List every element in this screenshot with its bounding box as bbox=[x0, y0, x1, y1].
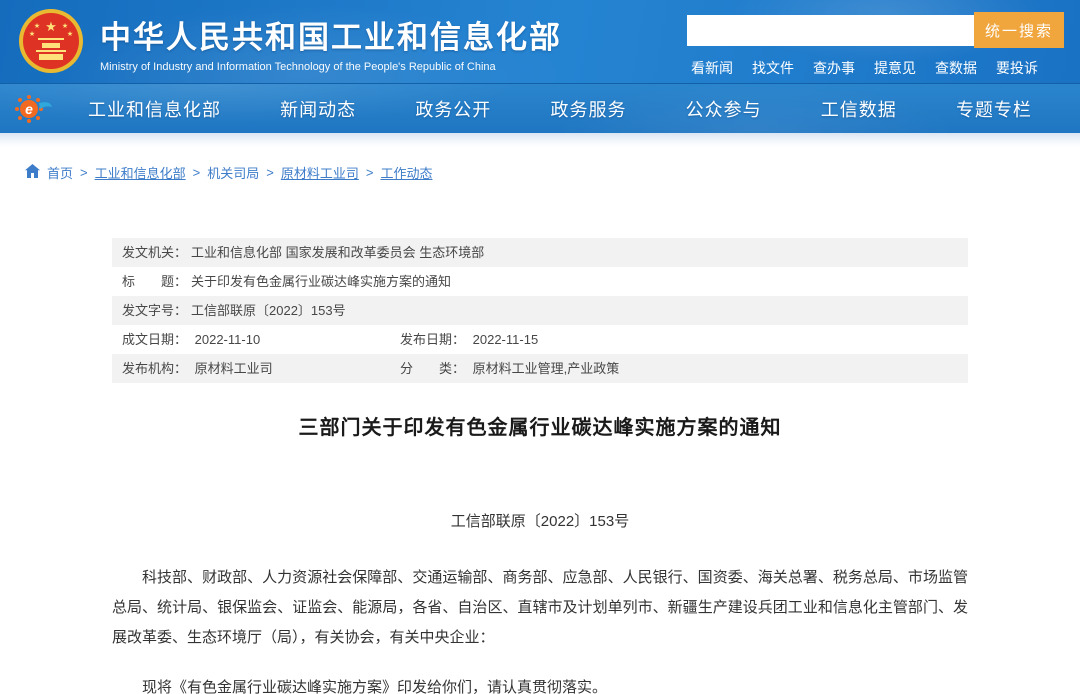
breadcrumb-miit[interactable]: 工业和信息化部 bbox=[95, 163, 186, 182]
meta-value: 原材料工业司 bbox=[195, 361, 273, 376]
breadcrumb-separator: > bbox=[193, 165, 201, 180]
meta-label: 分 类： bbox=[400, 361, 465, 376]
nav-item-special[interactable]: 专题专栏 bbox=[956, 96, 1032, 122]
meta-value: 2022-11-15 bbox=[473, 332, 539, 347]
meta-row-org-category: 发布机构： 原材料工业司 分 类： 原材料工业管理,产业政策 bbox=[112, 354, 968, 383]
article-doc-number: 工信部联原〔2022〕153号 bbox=[0, 510, 1080, 531]
nav-shadow-strip bbox=[0, 133, 1080, 147]
meta-row-issuing-authority: 发文机关： 工业和信息化部 国家发展和改革委员会 生态环境部 bbox=[112, 238, 968, 267]
article-title: 三部门关于印发有色金属行业碳达峰实施方案的通知 bbox=[112, 411, 968, 440]
svg-text:★: ★ bbox=[45, 19, 57, 34]
meta-label: 发布机构： bbox=[122, 361, 187, 376]
search-input[interactable] bbox=[687, 15, 974, 46]
meta-row-dates: 成文日期： 2022-11-10 发布日期： 2022-11-15 bbox=[112, 325, 968, 354]
nav-item-participation[interactable]: 公众参与 bbox=[686, 96, 762, 122]
breadcrumb-home[interactable]: 首页 bbox=[47, 163, 73, 182]
site-title: 中华人民共和国工业和信息化部 bbox=[100, 12, 562, 57]
breadcrumb: 首页 > 工业和信息化部 > 机关司局 > 原材料工业司 > 工作动态 bbox=[25, 163, 1080, 182]
meta-label: 标 题： bbox=[122, 267, 187, 296]
meta-row-title: 标 题： 关于印发有色金属行业碳达峰实施方案的通知 bbox=[112, 267, 968, 296]
nav-item-gov-service[interactable]: 政务服务 bbox=[550, 96, 626, 122]
svg-text:e: e bbox=[25, 101, 33, 117]
quick-link-suggest[interactable]: 提意见 bbox=[874, 58, 916, 78]
quick-link-complaint[interactable]: 要投诉 bbox=[996, 58, 1038, 78]
meta-value: 关于印发有色金属行业碳达峰实施方案的通知 bbox=[191, 267, 451, 296]
article-paragraph: 科技部、财政部、人力资源社会保障部、交通运输部、商务部、应急部、人民银行、国资委… bbox=[112, 563, 968, 653]
nav-item-miit[interactable]: 工业和信息化部 bbox=[88, 96, 221, 122]
svg-text:★: ★ bbox=[34, 22, 40, 30]
document-page: 发文机关： 工业和信息化部 国家发展和改革委员会 生态环境部 标 题： 关于印发… bbox=[0, 238, 1080, 694]
nav-item-miit-data[interactable]: 工信数据 bbox=[821, 96, 897, 122]
site-subtitle: Ministry of Industry and Information Tec… bbox=[100, 61, 562, 73]
meta-label: 发文机关： bbox=[122, 238, 187, 267]
svg-text:★: ★ bbox=[62, 22, 68, 30]
meta-value: 工信部联原〔2022〕153号 bbox=[191, 296, 346, 325]
search-area: 统一搜索 看新闻 找文件 查办事 提意见 查数据 要投诉 bbox=[687, 12, 1065, 78]
breadcrumb-separator: > bbox=[366, 165, 374, 180]
breadcrumb-separator: > bbox=[80, 165, 88, 180]
search-button[interactable]: 统一搜索 bbox=[974, 12, 1064, 48]
quick-links: 看新闻 找文件 查办事 提意见 查数据 要投诉 bbox=[687, 58, 1065, 78]
meta-label: 成文日期： bbox=[122, 332, 187, 347]
quick-link-services[interactable]: 查办事 bbox=[813, 58, 855, 78]
meta-value: 工业和信息化部 国家发展和改革委员会 生态环境部 bbox=[191, 238, 484, 267]
svg-text:★: ★ bbox=[29, 30, 35, 38]
miit-logo-icon: e bbox=[12, 92, 54, 132]
meta-value: 2022-11-10 bbox=[195, 332, 261, 347]
breadcrumb-departments[interactable]: 机关司局 bbox=[207, 163, 259, 182]
quick-link-files[interactable]: 找文件 bbox=[752, 58, 794, 78]
national-emblem-icon: ★ ★ ★ ★ ★ bbox=[18, 8, 84, 79]
site-header: ★ ★ ★ ★ ★ 中华人民共和国工业和信息化部 Ministry of Ind… bbox=[0, 0, 1080, 83]
quick-link-data[interactable]: 查数据 bbox=[935, 58, 977, 78]
document-meta-table: 发文机关： 工业和信息化部 国家发展和改革委员会 生态环境部 标 题： 关于印发… bbox=[112, 238, 968, 383]
breadcrumb-separator: > bbox=[266, 165, 274, 180]
nav-item-gov-open[interactable]: 政务公开 bbox=[415, 96, 491, 122]
nav-item-news[interactable]: 新闻动态 bbox=[280, 96, 356, 122]
meta-label: 发文字号： bbox=[122, 296, 187, 325]
main-nav: e 工业和信息化部 新闻动态 政务公开 政务服务 公众参与 工信数据 专题专栏 bbox=[0, 83, 1080, 133]
breadcrumb-work-updates[interactable]: 工作动态 bbox=[380, 163, 432, 182]
article-paragraph: 现将《有色金属行业碳达峰实施方案》印发给你们，请认真贯彻落实。 bbox=[112, 673, 968, 694]
breadcrumb-raw-materials[interactable]: 原材料工业司 bbox=[281, 163, 359, 182]
meta-value: 原材料工业管理,产业政策 bbox=[473, 361, 620, 376]
meta-row-doc-number: 发文字号： 工信部联原〔2022〕153号 bbox=[112, 296, 968, 325]
home-icon bbox=[25, 164, 40, 181]
meta-label: 发布日期： bbox=[400, 332, 465, 347]
quick-link-news[interactable]: 看新闻 bbox=[691, 58, 733, 78]
svg-text:★: ★ bbox=[67, 30, 73, 38]
